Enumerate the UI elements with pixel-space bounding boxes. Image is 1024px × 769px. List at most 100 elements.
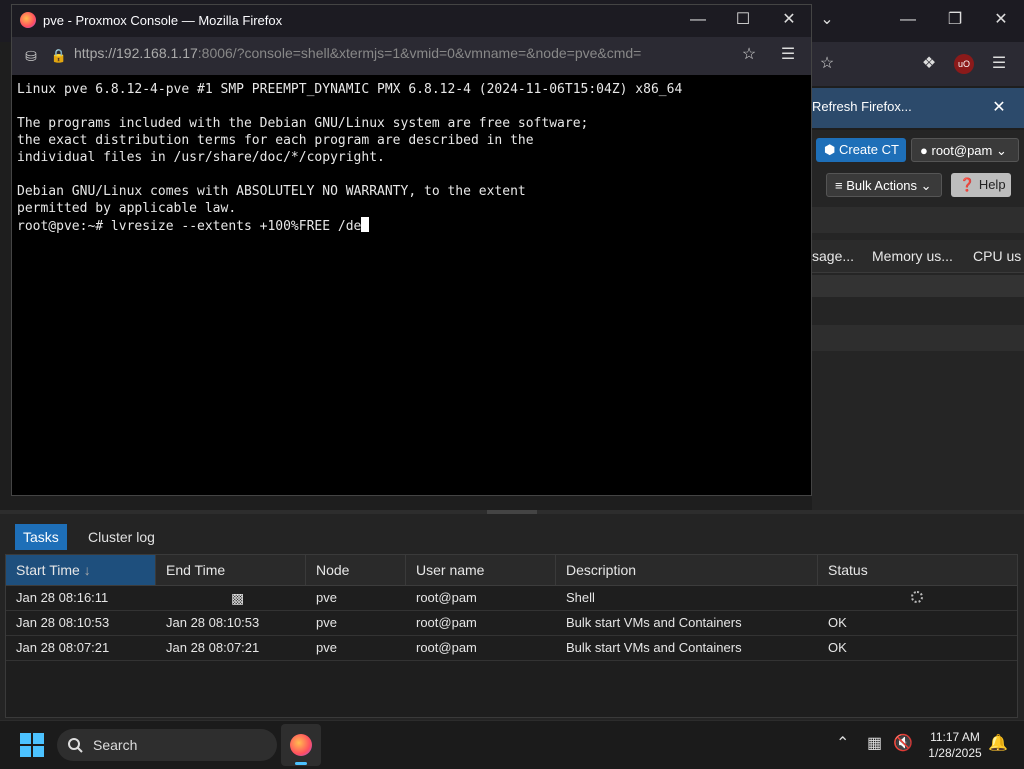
- header-end-time[interactable]: End Time: [156, 555, 306, 585]
- extensions-icon[interactable]: ❖: [914, 52, 944, 76]
- terminal-cursor: [361, 217, 370, 232]
- minimize-icon[interactable]: —: [683, 8, 713, 32]
- url-field[interactable]: https://192.168.1.17:8006/?console=shell…: [74, 45, 641, 61]
- firefox-logo-icon: [20, 12, 36, 28]
- refresh-notification-bar: Refresh Firefox... ✕: [812, 88, 1024, 128]
- cell-status: OK: [828, 640, 847, 655]
- terminal-line: Linux pve 6.8.12-4-pve #1 SMP PREEMPT_DY…: [17, 82, 683, 97]
- menu-icon[interactable]: ☰: [773, 43, 803, 67]
- taskbar-search-box[interactable]: Search: [57, 729, 277, 761]
- cell-start-time: Jan 28 08:16:11: [16, 590, 109, 605]
- header-description[interactable]: Description: [556, 555, 818, 585]
- background-search-strip: [812, 207, 1024, 233]
- lock-warning-icon[interactable]: 🔒: [50, 47, 68, 65]
- cell-start-time: Jan 28 08:07:21: [16, 640, 110, 655]
- cell-end-time: Jan 28 08:10:53: [166, 615, 260, 630]
- search-icon: [68, 738, 83, 753]
- bookmark-star-icon[interactable]: ☆: [812, 52, 842, 76]
- close-notification-icon[interactable]: ✕: [984, 96, 1014, 120]
- user-icon: ●: [920, 143, 928, 158]
- header-status[interactable]: Status: [818, 555, 1017, 585]
- user-menu-button[interactable]: ● root@pam ⌄: [911, 138, 1019, 162]
- search-label: Search: [93, 737, 138, 753]
- sort-desc-icon: ↓: [83, 562, 91, 578]
- background-grid-row: [812, 325, 1024, 351]
- chevron-down-icon: ⌄: [920, 178, 932, 193]
- cell-user: root@pam: [416, 590, 477, 605]
- clock[interactable]: 11:17 AM 1/28/2025: [925, 729, 985, 761]
- clock-date: 1/28/2025: [928, 746, 982, 760]
- volume-muted-icon[interactable]: 🔇: [893, 733, 913, 753]
- terminal-line: individual files in /usr/share/doc/*/cop…: [17, 150, 385, 165]
- cell-user: root@pam: [416, 615, 477, 630]
- cell-end-time: Jan 28 08:07:21: [166, 640, 260, 655]
- close-icon[interactable]: ✕: [774, 8, 804, 32]
- terminal-line: the exact distribution terms for each pr…: [17, 133, 534, 148]
- tab-cluster-log[interactable]: Cluster log: [80, 524, 163, 550]
- menu-icon[interactable]: ☰: [984, 52, 1014, 76]
- xterm-terminal[interactable]: Linux pve 6.8.12-4-pve #1 SMP PREEMPT_DY…: [17, 81, 807, 491]
- cell-node: pve: [316, 615, 337, 630]
- bulk-actions-button[interactable]: ≡ Bulk Actions ⌄: [826, 173, 942, 197]
- typed-command: lvresize --extents +100%FREE /de: [110, 219, 362, 234]
- clock-time: 11:17 AM: [930, 730, 980, 744]
- terminal-line: The programs included with the Debian GN…: [17, 116, 589, 131]
- tab-tasks[interactable]: Tasks: [15, 524, 67, 550]
- network-icon[interactable]: ▦: [867, 733, 882, 753]
- firefox-titlebar: pve - Proxmox Console — Mozilla Firefox …: [12, 5, 811, 37]
- ublock-icon[interactable]: uO: [954, 54, 974, 74]
- close-icon[interactable]: ✕: [986, 8, 1016, 32]
- restore-icon[interactable]: ❐: [940, 8, 970, 32]
- chevron-up-icon[interactable]: ⌃: [836, 733, 849, 753]
- table-row[interactable]: Jan 28 08:10:53 Jan 28 08:10:53 pve root…: [6, 611, 1017, 636]
- shell-prompt: root@pve:~#: [17, 219, 111, 234]
- cell-node: pve: [316, 640, 337, 655]
- cell-status: OK: [828, 615, 847, 630]
- url-bar: ⛁ 🔒 https://192.168.1.17:8006/?console=s…: [12, 37, 811, 75]
- list-icon: ≡: [835, 178, 843, 193]
- cell-description: Bulk start VMs and Containers: [566, 615, 742, 630]
- tasks-panel: Tasks Cluster log Start Time ↓ End Time …: [0, 510, 1024, 724]
- minimize-icon[interactable]: —: [893, 8, 923, 32]
- terminal-line: permitted by applicable law.: [17, 201, 237, 216]
- refresh-firefox-text[interactable]: Refresh Firefox...: [812, 99, 912, 114]
- header-node[interactable]: Node: [306, 555, 406, 585]
- column-header-cpu[interactable]: CPU us: [973, 240, 1021, 272]
- background-grid-row: [812, 275, 1024, 297]
- firefox-taskbar-button[interactable]: [281, 724, 321, 766]
- windows-start-icon[interactable]: [20, 733, 44, 757]
- loading-spinner-icon: [911, 591, 923, 603]
- monitor-icon: ▩: [231, 590, 245, 606]
- container-icon: ⬢: [824, 142, 836, 157]
- cell-description: Bulk start VMs and Containers: [566, 640, 742, 655]
- table-row[interactable]: Jan 28 08:16:11 ▩ pve root@pam Shell: [6, 586, 1017, 611]
- cell-node: pve: [316, 590, 337, 605]
- create-ct-button[interactable]: ⬢ Create CT: [816, 138, 906, 162]
- table-row[interactable]: Jan 28 08:07:21 Jan 28 08:07:21 pve root…: [6, 636, 1017, 661]
- chevron-down-icon: ⌄: [996, 143, 1007, 158]
- shield-icon[interactable]: ⛁: [22, 47, 40, 65]
- firefox-console-window: pve - Proxmox Console — Mozilla Firefox …: [11, 4, 812, 496]
- help-button[interactable]: ❓ Help: [951, 173, 1011, 197]
- active-indicator: [295, 762, 307, 765]
- terminal-line: Debian GNU/Linux comes with ABSOLUTELY N…: [17, 184, 526, 199]
- task-table-header: Start Time ↓ End Time Node User name Des…: [6, 555, 1017, 586]
- tab-list-chevron-icon[interactable]: ⌄: [812, 8, 842, 32]
- firefox-logo-icon: [290, 734, 312, 756]
- notification-bell-icon[interactable]: 🔔: [988, 733, 1008, 753]
- windows-taskbar: Search ⌃ ▦ 🔇 11:17 AM 1/28/2025 🔔: [0, 720, 1024, 769]
- question-icon: ❓: [959, 177, 976, 192]
- bookmark-star-icon[interactable]: ☆: [734, 43, 764, 67]
- header-user-name[interactable]: User name: [406, 555, 556, 585]
- column-header-memory[interactable]: Memory us...: [872, 240, 953, 272]
- panel-resize-handle[interactable]: [487, 510, 537, 514]
- column-header-storage[interactable]: sage...: [812, 240, 854, 272]
- cell-start-time: Jan 28 08:10:53: [16, 615, 110, 630]
- maximize-icon[interactable]: ☐: [728, 8, 758, 32]
- task-table: Start Time ↓ End Time Node User name Des…: [5, 554, 1018, 718]
- header-start-time[interactable]: Start Time ↓: [6, 555, 156, 585]
- cell-description: Shell: [566, 590, 595, 605]
- terminal-command-line[interactable]: root@pve:~# lvresize --extents +100%FREE…: [17, 217, 807, 234]
